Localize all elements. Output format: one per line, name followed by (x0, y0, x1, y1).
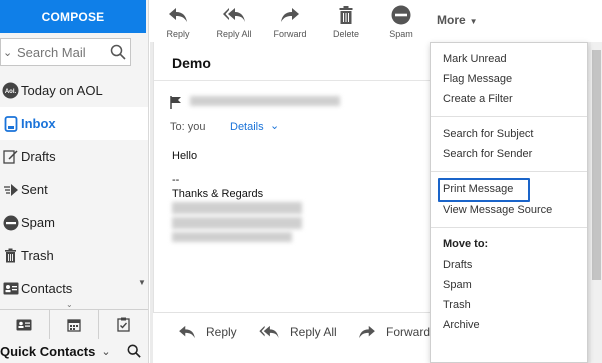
tab-tasks[interactable] (99, 310, 148, 339)
search-icon[interactable] (127, 344, 141, 361)
contacts-icon (0, 282, 21, 295)
spam-icon (0, 215, 21, 231)
reply-all-label: Reply All (216, 29, 252, 39)
menu-item-move-drafts[interactable]: Drafts (443, 259, 472, 271)
sidebar-item-today-on-aol[interactable]: Aol. Today on AOL (0, 74, 148, 107)
calendar-icon (67, 318, 81, 332)
sidebar-item-sent[interactable]: Sent (0, 173, 148, 206)
chevron-down-icon[interactable]: ⌄ (3, 46, 15, 59)
menu-divider (431, 171, 587, 172)
sidebar-item-label: Sent (21, 182, 48, 197)
reply-icon (179, 325, 195, 339)
menu-divider (431, 116, 587, 117)
caret-down-icon: ▼ (469, 17, 478, 26)
menu-item-flag-message[interactable]: Flag Message (443, 73, 512, 85)
delete-label: Delete (332, 29, 359, 39)
inbox-icon (0, 115, 21, 132)
svg-text:Aol.: Aol. (5, 89, 17, 95)
menu-item-move-spam[interactable]: Spam (443, 279, 472, 291)
reply-button[interactable]: Reply (148, 4, 208, 39)
reply-all-button[interactable]: Reply All (204, 4, 264, 39)
signature-redacted (172, 232, 292, 242)
spam-button[interactable]: Spam (371, 4, 431, 39)
reply-label: Reply (206, 325, 237, 339)
tab-calendar[interactable] (50, 310, 100, 339)
message-body-line: Thanks & Regards (172, 188, 264, 200)
sidebar-item-label: Contacts (21, 281, 73, 296)
sidebar-item-label: Trash (21, 248, 54, 263)
sender-redacted (190, 96, 340, 106)
trash-icon (0, 248, 21, 263)
spam-icon (391, 4, 411, 26)
chevron-down-icon[interactable]: ⌄ (270, 119, 279, 132)
scrollbar-thumb[interactable] (592, 50, 601, 280)
sidebar-item-label: Drafts (21, 149, 56, 164)
reply-label: Reply (166, 29, 190, 39)
search-icon[interactable] (107, 41, 129, 63)
more-button[interactable]: More ▼ (437, 13, 478, 27)
sidebar-item-label: Inbox (21, 116, 56, 131)
drafts-icon (0, 149, 21, 164)
forward-label: Forward (273, 29, 307, 39)
sidebar-item-label: Today on AOL (21, 83, 103, 98)
quick-contacts-label: Quick Contacts (0, 344, 96, 359)
menu-item-create-filter[interactable]: Create a Filter (443, 93, 513, 105)
reply-bar-reply-all-button[interactable]: Reply All (258, 325, 337, 339)
menu-item-view-source[interactable]: View Message Source (443, 204, 552, 216)
menu-item-move-trash[interactable]: Trash (443, 299, 471, 311)
menu-item-search-subject[interactable]: Search for Subject (443, 128, 534, 140)
spam-label: Spam (389, 29, 413, 39)
search-input[interactable] (17, 44, 105, 60)
chevron-down-icon[interactable]: ⌄ (101, 345, 110, 358)
message-body-line: Hello (172, 150, 198, 162)
sidebar-item-drafts[interactable]: Drafts (0, 140, 148, 173)
menu-item-print-message[interactable]: Print Message (443, 183, 513, 195)
trash-icon (339, 4, 353, 26)
menu-item-search-sender[interactable]: Search for Sender (443, 148, 532, 160)
signature-redacted (172, 217, 302, 229)
sent-icon (0, 183, 21, 197)
sidebar-item-trash[interactable]: Trash (0, 239, 148, 272)
quick-contacts[interactable]: Quick Contacts ⌄ (0, 340, 148, 363)
signature-redacted (172, 202, 302, 214)
recipient-label: To: you (170, 121, 206, 133)
sidebar-item-spam[interactable]: Spam (0, 206, 148, 239)
reply-all-icon (259, 325, 279, 339)
reply-bar-reply-button[interactable]: Reply (178, 325, 237, 339)
tab-contacts-card[interactable] (0, 310, 50, 339)
scroll-down-icon[interactable]: ▼ (138, 278, 146, 287)
forward-icon (280, 4, 300, 26)
sidebar-item-inbox[interactable]: Inbox (0, 107, 148, 140)
message-body-line: -- (172, 174, 180, 186)
menu-item-mark-unread[interactable]: Mark Unread (443, 53, 507, 65)
reply-all-icon (222, 4, 246, 26)
move-to-heading: Move to: (443, 238, 489, 250)
reply-bar-forward-button[interactable]: Forward (358, 325, 430, 339)
message-subject: Demo (172, 55, 211, 71)
forward-label: Forward (386, 325, 431, 339)
menu-item-move-archive[interactable]: Archive (443, 319, 480, 331)
aol-icon: Aol. (0, 82, 21, 99)
delete-button[interactable]: Delete (316, 4, 376, 39)
bottom-tabs (0, 309, 148, 339)
tasks-icon (117, 317, 130, 332)
sidebar-item-label: Spam (21, 215, 55, 230)
sidebar: COMPOSE ⌄ Aol. Today on AOL Inbox Drafts… (0, 0, 149, 363)
details-link[interactable]: Details (230, 121, 264, 133)
menu-divider (431, 227, 587, 228)
forward-button[interactable]: Forward (260, 4, 320, 39)
search-box[interactable]: ⌄ (0, 38, 131, 66)
compose-button[interactable]: COMPOSE (0, 0, 146, 33)
collapse-arrow-icon[interactable]: ⌄ (66, 300, 73, 309)
forward-icon (359, 325, 375, 339)
reply-all-label: Reply All (290, 325, 337, 339)
contact-card-icon (16, 319, 32, 330)
more-label: More (437, 13, 466, 27)
sidebar-item-contacts[interactable]: Contacts (0, 272, 148, 305)
flag-icon[interactable] (170, 96, 182, 112)
reply-icon (168, 4, 188, 26)
more-menu: Mark Unread Flag Message Create a Filter… (430, 42, 588, 363)
